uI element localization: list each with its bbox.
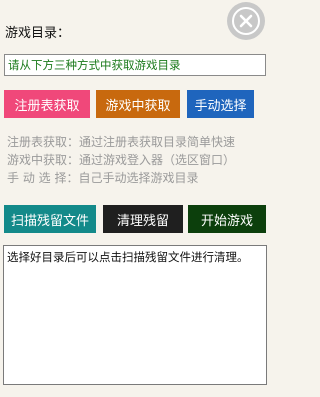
ingame-fetch-button[interactable]: 游戏中获取 <box>96 90 180 118</box>
registry-description: 注册表获取：通过注册表获取目录简单快速 <box>7 135 236 149</box>
close-button[interactable] <box>227 2 265 40</box>
scan-residue-button[interactable]: 扫描残留文件 <box>4 205 96 233</box>
game-directory-title: 游戏目录： <box>5 26 71 41</box>
manual-select-button[interactable]: 手动选择 <box>187 90 254 118</box>
ingame-description: 游戏中获取：通过游戏登入器（选区窗口） <box>7 153 236 167</box>
close-icon <box>232 7 260 35</box>
manual-description: 手 动 选 择：自己手动选择游戏目录 <box>7 171 199 185</box>
log-output[interactable]: 选择好目录后可以点击扫描残留文件进行清理。 <box>3 245 267 385</box>
registry-fetch-button[interactable]: 注册表获取 <box>4 90 90 118</box>
cleanup-panel: 游戏目录： 注册表获取 游戏中获取 手动选择 注册表获取：通过注册表获取目录简单… <box>0 0 271 397</box>
game-directory-input[interactable] <box>4 54 266 76</box>
start-game-button[interactable]: 开始游戏 <box>188 205 266 233</box>
method-descriptions: 注册表获取：通过注册表获取目录简单快速 游戏中获取：通过游戏登入器（选区窗口） … <box>7 133 267 187</box>
clean-residue-button[interactable]: 清理残留 <box>103 205 183 233</box>
